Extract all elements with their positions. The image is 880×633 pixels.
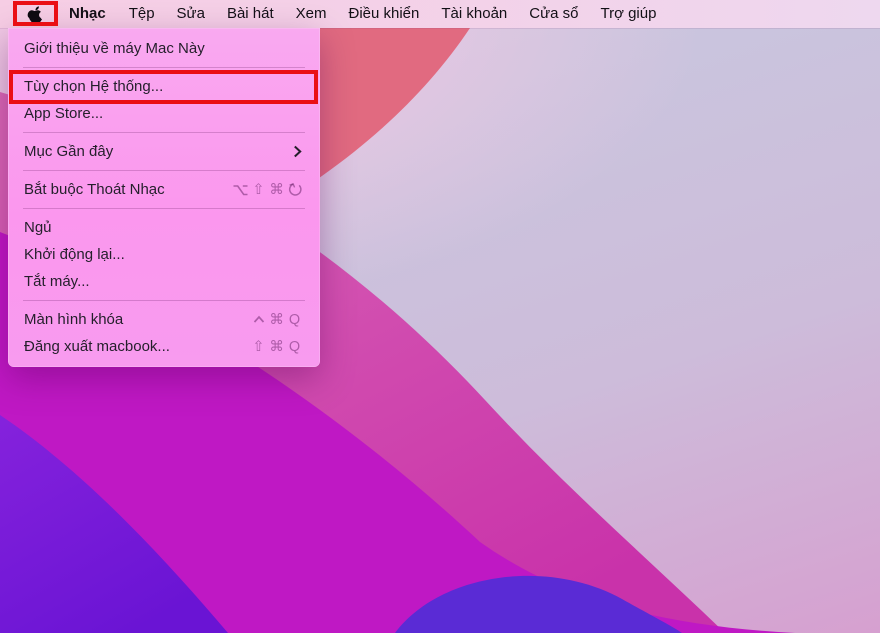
shift-key-icon: ⇧	[251, 182, 266, 198]
menu-item-label: Giới thiệu về máy Mac Này	[24, 40, 302, 57]
menubar-item-tep[interactable]: Tệp	[118, 0, 166, 28]
apple-menu-button[interactable]	[13, 0, 57, 28]
keyboard-shortcut: ⇧⌘	[232, 182, 302, 198]
menu-item-label: App Store...	[24, 105, 302, 122]
menubar-item-nhac[interactable]: Nhạc	[57, 0, 118, 28]
menu-item-label: Màn hình khóa	[24, 311, 252, 328]
menu-separator	[23, 67, 305, 68]
menubar-item-cua-so[interactable]: Cửa sổ	[518, 0, 589, 28]
menubar-item-bai-hat[interactable]: Bài hát	[216, 0, 285, 28]
menu-item-ngu[interactable]: Ngủ	[8, 214, 320, 241]
menu-bar: NhạcTệpSửaBài hátXemĐiều khiểnTài khoảnC…	[0, 0, 880, 28]
menu-item-tat-may[interactable]: Tắt máy...	[8, 268, 320, 295]
menu-item-bat-buoc-thoat-nhac[interactable]: Bắt buộc Thoát Nhạc⇧⌘	[8, 176, 320, 203]
menu-item-ang-xuat-macbook[interactable]: Đăng xuất macbook...⇧⌘Q	[8, 333, 320, 360]
menu-separator	[23, 170, 305, 171]
control-key-icon	[252, 313, 266, 327]
shift-key-icon: ⇧	[251, 339, 266, 355]
escape-key-icon	[287, 182, 302, 197]
menubar-item-xem[interactable]: Xem	[285, 0, 338, 28]
menu-item-tuy-chon-he-thong[interactable]: Tùy chọn Hệ thống...	[8, 73, 320, 100]
apple-logo-icon	[27, 4, 44, 24]
apple-menu-panel: Giới thiệu về máy Mac Này Tùy chọn Hệ thố…	[8, 28, 320, 367]
keyboard-shortcut: ⌘Q	[252, 312, 302, 328]
key-q: Q	[287, 339, 302, 355]
menu-item-app-store[interactable]: App Store...	[8, 100, 320, 127]
menubar-item-ieu-khien[interactable]: Điều khiển	[337, 0, 430, 28]
menu-item-label: Tùy chọn Hệ thống...	[24, 78, 302, 95]
menu-item-label: Đăng xuất macbook...	[24, 338, 251, 355]
command-key-icon: ⌘	[269, 339, 284, 355]
option-key-icon	[232, 183, 248, 197]
chevron-right-icon	[293, 145, 302, 158]
menu-item-khoi-ong-lai[interactable]: Khởi động lại...	[8, 241, 320, 268]
keyboard-shortcut: ⇧⌘Q	[251, 339, 302, 355]
menu-item-label: Mục Gần đây	[24, 143, 293, 160]
menu-separator	[23, 208, 305, 209]
menubar-item-tro-giup[interactable]: Trợ giúp	[589, 0, 667, 28]
menu-item-label: Ngủ	[24, 219, 302, 236]
menu-item-label: Tắt máy...	[24, 273, 302, 290]
menubar-item-sua[interactable]: Sửa	[166, 0, 216, 28]
menu-item-muc-gan-ay[interactable]: Mục Gần đây	[8, 138, 320, 165]
menu-item-man-hinh-khoa[interactable]: Màn hình khóa⌘Q	[8, 306, 320, 333]
command-key-icon: ⌘	[269, 312, 284, 328]
key-q: Q	[287, 312, 302, 328]
menu-item-gioi-thieu-ve-may-mac-nay[interactable]: Giới thiệu về máy Mac Này	[8, 35, 320, 62]
menu-bar-items: NhạcTệpSửaBài hátXemĐiều khiểnTài khoảnC…	[57, 0, 667, 28]
menu-item-label: Bắt buộc Thoát Nhạc	[24, 181, 232, 198]
submenu-accessory	[293, 145, 302, 158]
menu-separator	[23, 300, 305, 301]
menu-item-label: Khởi động lại...	[24, 246, 302, 263]
menubar-item-tai-khoan[interactable]: Tài khoản	[430, 0, 518, 28]
menu-separator	[23, 132, 305, 133]
command-key-icon: ⌘	[269, 182, 284, 198]
